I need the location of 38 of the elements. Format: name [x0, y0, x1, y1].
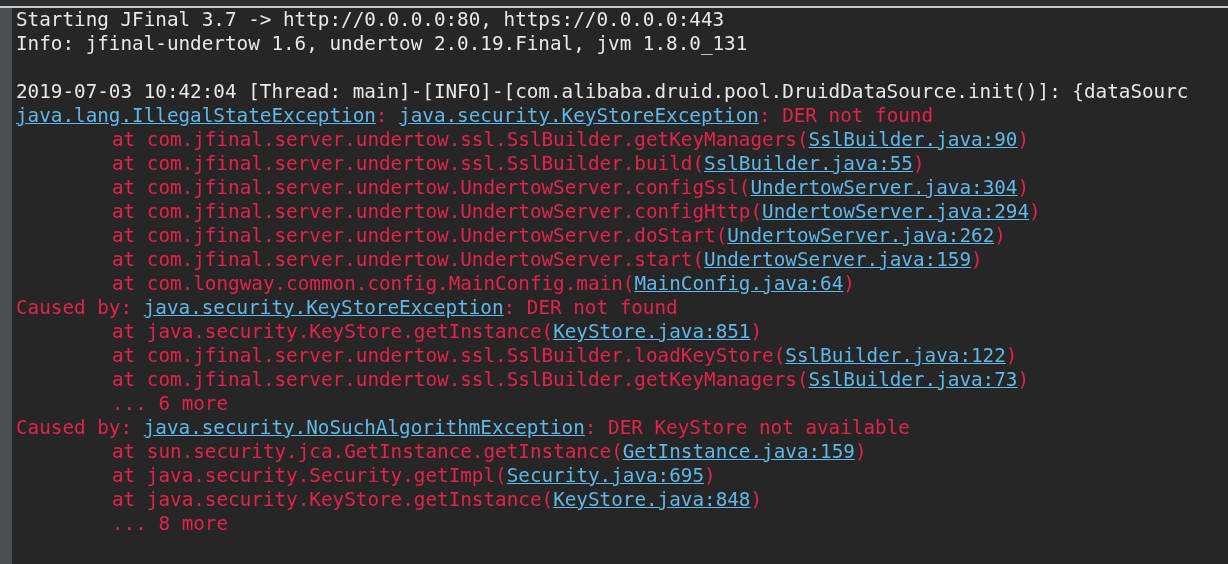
source-link[interactable]: SslBuilder.java:90 [808, 128, 1018, 151]
console-line: Caused by: java.security.KeyStoreException: DER not found [16, 296, 679, 320]
source-link[interactable]: SslBuilder.java:122 [785, 344, 1006, 367]
console-line: at com.jfinal.server.undertow.ssl.SslBuilder.getKeyManagers(SslBuilder.java:73) [111, 368, 1031, 392]
console-line: Info: jfinal-undertow 1.6, undertow 2.0.19.Final, jvm 1.8.0_131 [16, 32, 749, 56]
console-line: at java.security.KeyStore.getInstance(KeyStore.java:851) [111, 320, 764, 344]
source-link[interactable]: MainConfig.java:64 [634, 272, 844, 295]
source-link[interactable]: java.security.KeyStoreException [399, 104, 759, 127]
console-line: java.lang.IllegalStateException: java.security.KeyStoreException: DER not found [16, 104, 935, 128]
console-line: at java.security.KeyStore.getInstance(KeyStore.java:848) [111, 488, 764, 512]
source-link[interactable]: UndertowServer.java:159 [704, 248, 972, 271]
console-line: at com.jfinal.server.undertow.ssl.SslBuilder.getKeyManagers(SslBuilder.java:90) [111, 128, 1031, 152]
console-line: at com.jfinal.server.undertow.UndertowServer.doStart(UndertowServer.java:262) [111, 224, 1007, 248]
source-link[interactable]: java.lang.IllegalStateException [16, 104, 376, 127]
source-link[interactable]: UndertowServer.java:294 [762, 200, 1030, 223]
source-link[interactable]: Security.java:695 [506, 464, 705, 487]
console-line: at com.jfinal.server.undertow.UndertowServer.configHttp(UndertowServer.java:294) [111, 200, 1042, 224]
console-line: at com.longway.common.config.MainConfig.main(MainConfig.java:64) [111, 272, 856, 296]
console-line: at com.jfinal.server.undertow.ssl.SslBuilder.build(SslBuilder.java:55) [111, 152, 926, 176]
source-link[interactable]: UndertowServer.java:262 [727, 224, 995, 247]
source-link[interactable]: java.security.NoSuchAlgorithmException [143, 416, 585, 439]
console-line: ... 8 more [111, 512, 230, 536]
console-line: at sun.security.jca.GetInstance.getInstance(GetInstance.java:159) [111, 440, 868, 464]
console-line: at java.security.Security.getImpl(Security.java:695) [111, 464, 717, 488]
source-link[interactable]: SslBuilder.java:73 [808, 368, 1018, 391]
source-link[interactable]: SslBuilder.java:55 [704, 152, 913, 175]
console-line: at com.jfinal.server.undertow.ssl.SslBuilder.loadKeyStore(SslBuilder.java:122) [111, 344, 1019, 368]
source-link[interactable]: KeyStore.java:851 [553, 320, 751, 343]
console-line: 2019-07-03 10:42:04 [Thread: main]-[INFO]-[com.alibaba.druid.pool.DruidDataSource.init()]: {dataSourc [16, 80, 1190, 104]
console-line: at com.jfinal.server.undertow.UndertowServer.start(UndertowServer.java:159) [111, 248, 984, 272]
source-link[interactable]: UndertowServer.java:304 [750, 176, 1018, 199]
source-link[interactable]: GetInstance.java:159 [622, 440, 855, 463]
source-link[interactable]: KeyStore.java:848 [553, 488, 751, 511]
console-line: ... 6 more [111, 392, 230, 416]
console-line: Starting JFinal 3.7 -> http://0.0.0.0:80, https://0.0.0.0:443 [16, 8, 726, 32]
source-link[interactable]: java.security.KeyStoreException [143, 296, 504, 319]
console-line: Caused by: java.security.NoSuchAlgorithmException: DER KeyStore not available [16, 416, 911, 440]
console-line: at com.jfinal.server.undertow.UndertowServer.configSsl(UndertowServer.java:304) [111, 176, 1031, 200]
